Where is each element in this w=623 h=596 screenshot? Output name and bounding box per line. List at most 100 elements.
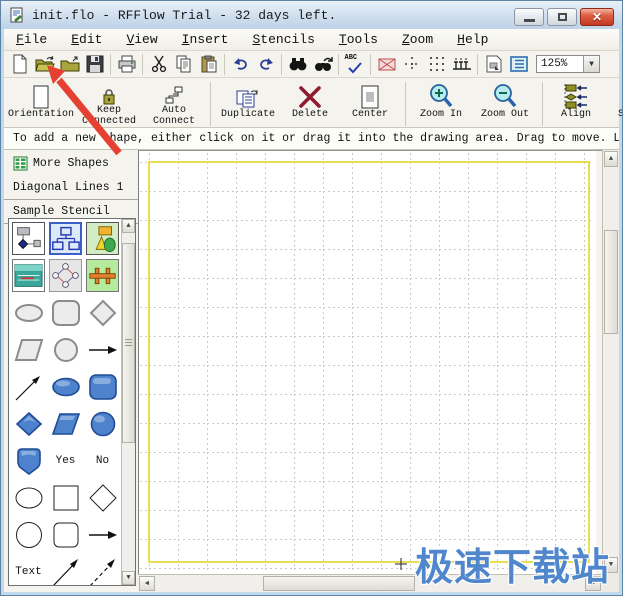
palette-shape-ellipse-blue[interactable]	[47, 368, 84, 405]
horizontal-scrollbar[interactable]: ◄ ►	[138, 574, 602, 592]
palette-stencil-gantt[interactable]	[86, 259, 119, 292]
zoom-level-dropdown[interactable]: 125% ▼	[536, 55, 600, 73]
snap-grid-button[interactable]	[399, 53, 424, 76]
menu-zoom[interactable]: Zoom	[390, 30, 445, 49]
palette-shape-diamond-gray[interactable]	[84, 294, 121, 331]
print-icon	[118, 55, 135, 73]
menu-help[interactable]: Help	[445, 30, 500, 49]
center-button[interactable]: Center	[339, 81, 401, 127]
grid-dots-button[interactable]	[424, 53, 449, 76]
palette-stencil-shapes[interactable]	[86, 222, 119, 255]
palette-scrollbar[interactable]: ▲ ▼	[121, 219, 135, 585]
palette-shape-parallelogram-blue[interactable]	[47, 405, 84, 442]
toolbar-separator	[281, 53, 282, 75]
horizontal-scrollbar-thumb[interactable]	[263, 576, 415, 591]
grid-dots-icon	[429, 57, 444, 71]
palette-shape-arrow-diagonal[interactable]	[10, 368, 47, 405]
zoom-in-button[interactable]: Zoom In	[410, 81, 472, 127]
binoculars-arrow-icon	[314, 57, 333, 71]
main-toolbar: ABC 125% ▼	[4, 51, 619, 78]
open-button[interactable]	[32, 53, 57, 76]
palette-shape-circle-blue[interactable]	[84, 405, 121, 442]
orientation-button[interactable]: Orientation	[6, 81, 76, 127]
palette-stencil-orgchart[interactable]	[49, 222, 82, 255]
redo-icon	[259, 58, 273, 70]
close-folder-icon	[60, 56, 79, 72]
close-button[interactable]: ✕	[580, 8, 614, 26]
zoom-out-icon	[494, 84, 517, 108]
new-button[interactable]	[7, 53, 32, 76]
vertical-scrollbar[interactable]: ▲ ▼	[602, 150, 619, 574]
cut-button[interactable]	[146, 53, 171, 76]
palette-stencil-pert[interactable]	[49, 259, 82, 292]
auto-connect-button[interactable]: Auto Connect	[142, 81, 206, 127]
vertical-scrollbar-thumb[interactable]	[604, 230, 618, 334]
title-bar[interactable]: init.flo - RFFlow Trial - 32 days left. …	[1, 1, 622, 29]
palette-shape-arrow-diagonal-solid[interactable]	[47, 553, 84, 585]
palette-shape-roundrect-gray[interactable]	[47, 294, 84, 331]
redo-button[interactable]	[253, 53, 278, 76]
palette-shape-shield-blue[interactable]	[10, 442, 47, 479]
palette-label-no[interactable]: No	[84, 442, 121, 479]
menu-stencils[interactable]: Stencils	[240, 30, 326, 49]
spell-check-button[interactable]: ABC	[342, 53, 367, 76]
menu-edit[interactable]: Edit	[59, 30, 114, 49]
delete-button[interactable]: Delete	[281, 81, 339, 127]
scroll-up-icon[interactable]: ▲	[122, 219, 135, 233]
stencil-sidebar: More Shapes Diagonal Lines 1 Sample Sten…	[4, 150, 138, 592]
palette-shape-arrow-right[interactable]	[84, 331, 121, 368]
palette-shape-circle-outline[interactable]	[10, 516, 47, 553]
chevron-down-icon[interactable]: ▼	[583, 56, 599, 72]
ruler-button[interactable]	[449, 53, 474, 76]
menu-file[interactable]: File	[4, 30, 59, 49]
minimize-button[interactable]	[514, 8, 544, 26]
palette-shape-parallelogram-gray[interactable]	[10, 331, 47, 368]
palette-shape-ellipse-outline[interactable]	[10, 479, 47, 516]
page-outline-button[interactable]	[374, 53, 399, 76]
scroll-left-icon[interactable]: ◄	[139, 576, 155, 591]
insert-shape-button[interactable]	[481, 53, 506, 76]
palette-shape-ellipse-gray[interactable]	[10, 294, 47, 331]
palette-stencil-flowchart[interactable]	[12, 222, 45, 255]
palette-label-text[interactable]: Text	[10, 553, 47, 585]
palette-label-yes[interactable]: Yes	[47, 442, 84, 479]
palette-stencil-calendar[interactable]	[12, 259, 45, 292]
palette-shape-diamond-outline[interactable]	[84, 479, 121, 516]
scroll-down-icon[interactable]: ▼	[122, 571, 135, 585]
duplicate-button[interactable]: Duplicate	[215, 81, 281, 127]
find-button[interactable]	[285, 53, 310, 76]
stencil-list-button[interactable]	[506, 53, 531, 76]
menu-view[interactable]: View	[114, 30, 169, 49]
close-file-button[interactable]	[57, 53, 82, 76]
palette-shape-circle-gray[interactable]	[47, 331, 84, 368]
palette-shape-roundsquare-outline[interactable]	[47, 516, 84, 553]
palette-scrollbar-thumb[interactable]	[122, 243, 135, 443]
save-button[interactable]	[82, 53, 107, 76]
palette-shape-arrow-right-2[interactable]	[84, 516, 121, 553]
palette-shape-diamond-blue[interactable]	[10, 405, 47, 442]
scroll-down-icon[interactable]: ▼	[604, 557, 618, 573]
menu-tools[interactable]: Tools	[327, 30, 390, 49]
copy-button[interactable]	[171, 53, 196, 76]
palette-shape-square-outline[interactable]	[47, 479, 84, 516]
paste-button[interactable]	[196, 53, 221, 76]
copy-icon	[176, 55, 190, 73]
stencil-header-diagonal-lines[interactable]: Diagonal Lines 1	[4, 177, 138, 198]
keep-connected-button[interactable]: Keep Connected	[76, 81, 142, 127]
scroll-right-icon[interactable]: ►	[585, 576, 601, 591]
palette-shape-arrow-diagonal-dashed[interactable]	[84, 553, 121, 585]
more-shapes-button[interactable]: More Shapes	[4, 153, 138, 174]
undo-button[interactable]	[228, 53, 253, 76]
scrollbar-corner	[602, 574, 619, 592]
scroll-up-icon[interactable]: ▲	[604, 151, 618, 167]
palette-shape-roundrect-blue[interactable]	[84, 368, 121, 405]
find-next-button[interactable]	[310, 53, 335, 76]
print-button[interactable]	[114, 53, 139, 76]
zoom-out-button[interactable]: Zoom Out	[472, 81, 538, 127]
menu-insert[interactable]: Insert	[170, 30, 241, 49]
drawing-canvas[interactable]	[138, 150, 602, 574]
maximize-button[interactable]	[547, 8, 577, 26]
space-button[interactable]: Space	[605, 81, 622, 127]
pert-stencil-icon	[52, 263, 79, 288]
align-button[interactable]: Align	[547, 81, 605, 127]
